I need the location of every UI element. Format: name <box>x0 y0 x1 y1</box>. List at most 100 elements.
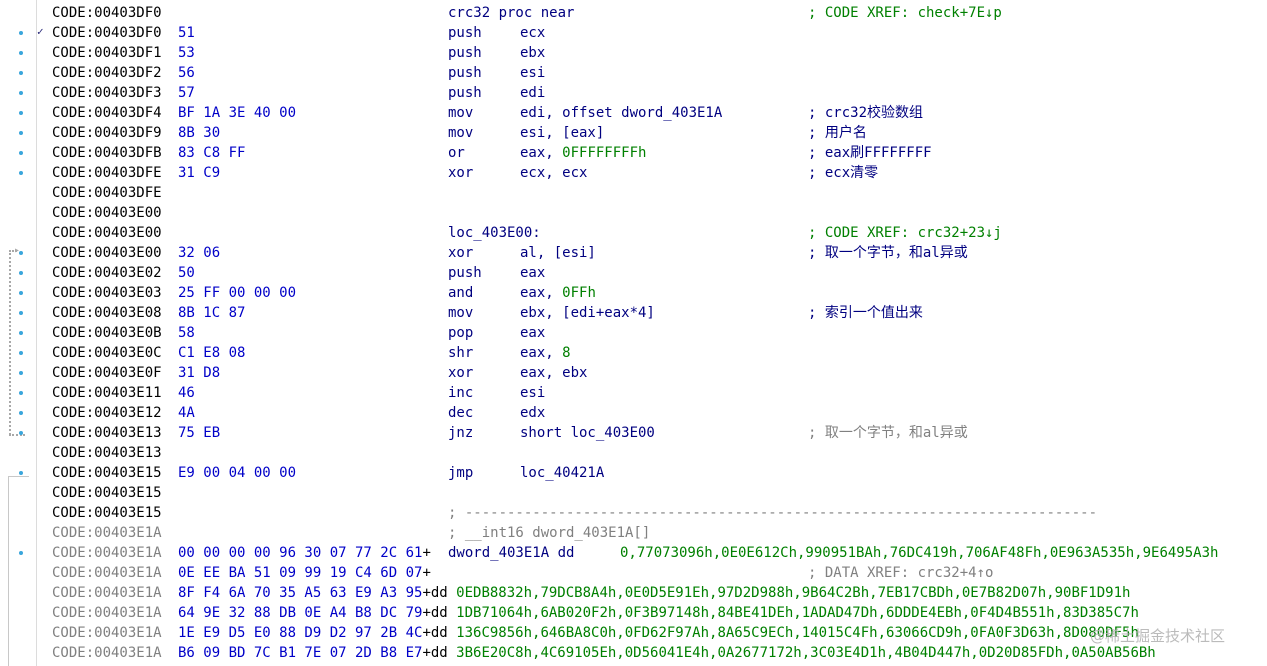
address[interactable]: CODE:00403E1A <box>52 603 162 623</box>
operands[interactable]: edi <box>520 83 545 103</box>
mnemonic[interactable]: push <box>448 43 482 63</box>
opcode-bytes[interactable]: 31 C9 <box>178 163 220 183</box>
disassembly-view[interactable]: ▸ ✓ CODE:00403DF0 crc32 proc near; CODE X… <box>0 0 1267 666</box>
opcode-bytes[interactable]: C1 E8 08 <box>178 343 245 363</box>
mnemonic[interactable]: and <box>448 283 473 303</box>
address[interactable]: CODE:00403DF0 <box>52 23 162 43</box>
address[interactable]: CODE:00403DFB <box>52 143 162 163</box>
mnemonic[interactable]: or <box>448 143 465 163</box>
mnemonic[interactable]: loc_403E00: <box>448 223 541 243</box>
breakpoint-dot-icon[interactable] <box>19 311 23 315</box>
breakpoint-dot-icon[interactable] <box>19 291 23 295</box>
operands[interactable]: esi <box>520 63 545 83</box>
address[interactable]: CODE:00403E15 <box>52 463 162 483</box>
comment[interactable]: ; CODE XREF: check+7E↓p <box>808 3 1002 23</box>
opcode-bytes[interactable]: 00 00 00 00 96 30 07 77 2C 61+ <box>178 543 431 563</box>
opcode-bytes[interactable]: 51 <box>178 23 195 43</box>
mnemonic[interactable]: push <box>448 23 482 43</box>
operands[interactable]: eax <box>520 323 545 343</box>
breakpoint-dot-icon[interactable] <box>19 351 23 355</box>
address[interactable]: CODE:00403E1A <box>52 583 162 603</box>
opcode-bytes[interactable]: 64 9E 32 88 DB 0E A4 B8 DC 79+dd 1DB7106… <box>178 603 1139 623</box>
address[interactable]: CODE:00403DF4 <box>52 103 162 123</box>
address[interactable]: CODE:00403DF3 <box>52 83 162 103</box>
operands[interactable]: eax, 8 <box>520 343 571 363</box>
operands[interactable]: edx <box>520 403 545 423</box>
address[interactable]: CODE:00403E00 <box>52 203 162 223</box>
breakpoint-dot-icon[interactable] <box>19 271 23 275</box>
opcode-bytes[interactable]: 32 06 <box>178 243 220 263</box>
address[interactable]: CODE:00403E15 <box>52 483 162 503</box>
opcode-bytes[interactable]: 4A <box>178 403 195 423</box>
mnemonic[interactable]: pop <box>448 323 473 343</box>
address[interactable]: CODE:00403E1A <box>52 523 162 543</box>
address[interactable]: CODE:00403E0F <box>52 363 162 383</box>
mnemonic[interactable]: inc <box>448 383 473 403</box>
opcode-bytes[interactable]: 46 <box>178 383 195 403</box>
breakpoint-dot-icon[interactable] <box>19 171 23 175</box>
collapse-chevron-icon[interactable]: ✓ <box>37 25 44 39</box>
mnemonic[interactable]: shr <box>448 343 473 363</box>
address[interactable]: CODE:00403E02 <box>52 263 162 283</box>
opcode-bytes[interactable]: 8B 1C 87 <box>178 303 245 323</box>
opcode-bytes[interactable]: 25 FF 00 00 00 <box>178 283 296 303</box>
breakpoint-dot-icon[interactable] <box>19 31 23 35</box>
operands[interactable]: loc_40421A <box>520 463 604 483</box>
mnemonic[interactable]: mov <box>448 123 473 143</box>
comment[interactable]: ; crc32校验数组 <box>808 103 923 123</box>
mnemonic[interactable]: dec <box>448 403 473 423</box>
breakpoint-dot-icon[interactable] <box>19 71 23 75</box>
mnemonic[interactable]: xor <box>448 363 473 383</box>
address[interactable]: CODE:00403E0B <box>52 323 162 343</box>
opcode-bytes[interactable]: E9 00 04 00 00 <box>178 463 296 483</box>
breakpoint-dot-icon[interactable] <box>19 391 23 395</box>
opcode-bytes[interactable]: 58 <box>178 323 195 343</box>
address[interactable]: CODE:00403E12 <box>52 403 162 423</box>
address[interactable]: CODE:00403E11 <box>52 383 162 403</box>
address[interactable]: CODE:00403DFE <box>52 163 162 183</box>
breakpoint-dot-icon[interactable] <box>19 471 23 475</box>
mnemonic[interactable]: crc32 proc near <box>448 3 574 23</box>
comment[interactable]: ; 取一个字节，和al异或 <box>808 423 968 443</box>
operands[interactable]: eax, 0FFh <box>520 283 596 303</box>
address[interactable]: CODE:00403E1A <box>52 543 162 563</box>
comment[interactable]: ; ecx清零 <box>808 163 878 183</box>
mnemonic[interactable]: push <box>448 63 482 83</box>
opcode-bytes[interactable]: 1E E9 D5 E0 88 D9 D2 97 2B 4C+dd 136C985… <box>178 623 1139 643</box>
breakpoint-dot-icon[interactable] <box>19 411 23 415</box>
address[interactable]: CODE:00403DF2 <box>52 63 162 83</box>
opcode-bytes[interactable]: 75 EB <box>178 423 220 443</box>
mnemonic[interactable]: mov <box>448 103 473 123</box>
address[interactable]: CODE:00403E1A <box>52 623 162 643</box>
address[interactable]: CODE:00403DF1 <box>52 43 162 63</box>
opcode-bytes[interactable]: 50 <box>178 263 195 283</box>
opcode-bytes[interactable]: B6 09 BD 7C B1 7E 07 2D B8 E7+dd 3B6E20C… <box>178 643 1156 663</box>
breakpoint-dot-icon[interactable] <box>19 51 23 55</box>
comment[interactable]: ; 取一个字节，和al异或 <box>808 243 968 263</box>
data-directive[interactable]: dword_403E1A dd <box>448 543 574 563</box>
breakpoint-dot-icon[interactable] <box>19 251 23 255</box>
address[interactable]: CODE:00403E03 <box>52 283 162 303</box>
breakpoint-dot-icon[interactable] <box>19 91 23 95</box>
operands[interactable]: edi, offset dword_403E1A <box>520 103 722 123</box>
address[interactable]: CODE:00403E0C <box>52 343 162 363</box>
operands[interactable]: ebx, [edi+eax*4] <box>520 303 655 323</box>
operands[interactable]: short loc_403E00 <box>520 423 655 443</box>
address[interactable]: CODE:00403DF9 <box>52 123 162 143</box>
address[interactable]: CODE:00403DF0 <box>52 3 162 23</box>
operands[interactable]: ecx, ecx <box>520 163 587 183</box>
mnemonic[interactable]: xor <box>448 163 473 183</box>
opcode-bytes[interactable]: 8B 30 <box>178 123 220 143</box>
address[interactable]: CODE:00403E15 <box>52 503 162 523</box>
address[interactable]: CODE:00403E08 <box>52 303 162 323</box>
address[interactable]: CODE:00403DFE <box>52 183 162 203</box>
address[interactable]: CODE:00403E13 <box>52 443 162 463</box>
opcode-bytes[interactable]: 83 C8 FF <box>178 143 245 163</box>
opcode-bytes[interactable]: 56 <box>178 63 195 83</box>
breakpoint-dot-icon[interactable] <box>19 371 23 375</box>
opcode-bytes[interactable]: BF 1A 3E 40 00 <box>178 103 296 123</box>
mnemonic[interactable]: xor <box>448 243 473 263</box>
comment[interactable]: ; CODE XREF: crc32+23↓j <box>808 223 1002 243</box>
breakpoint-dot-icon[interactable] <box>19 131 23 135</box>
operands[interactable]: esi <box>520 383 545 403</box>
